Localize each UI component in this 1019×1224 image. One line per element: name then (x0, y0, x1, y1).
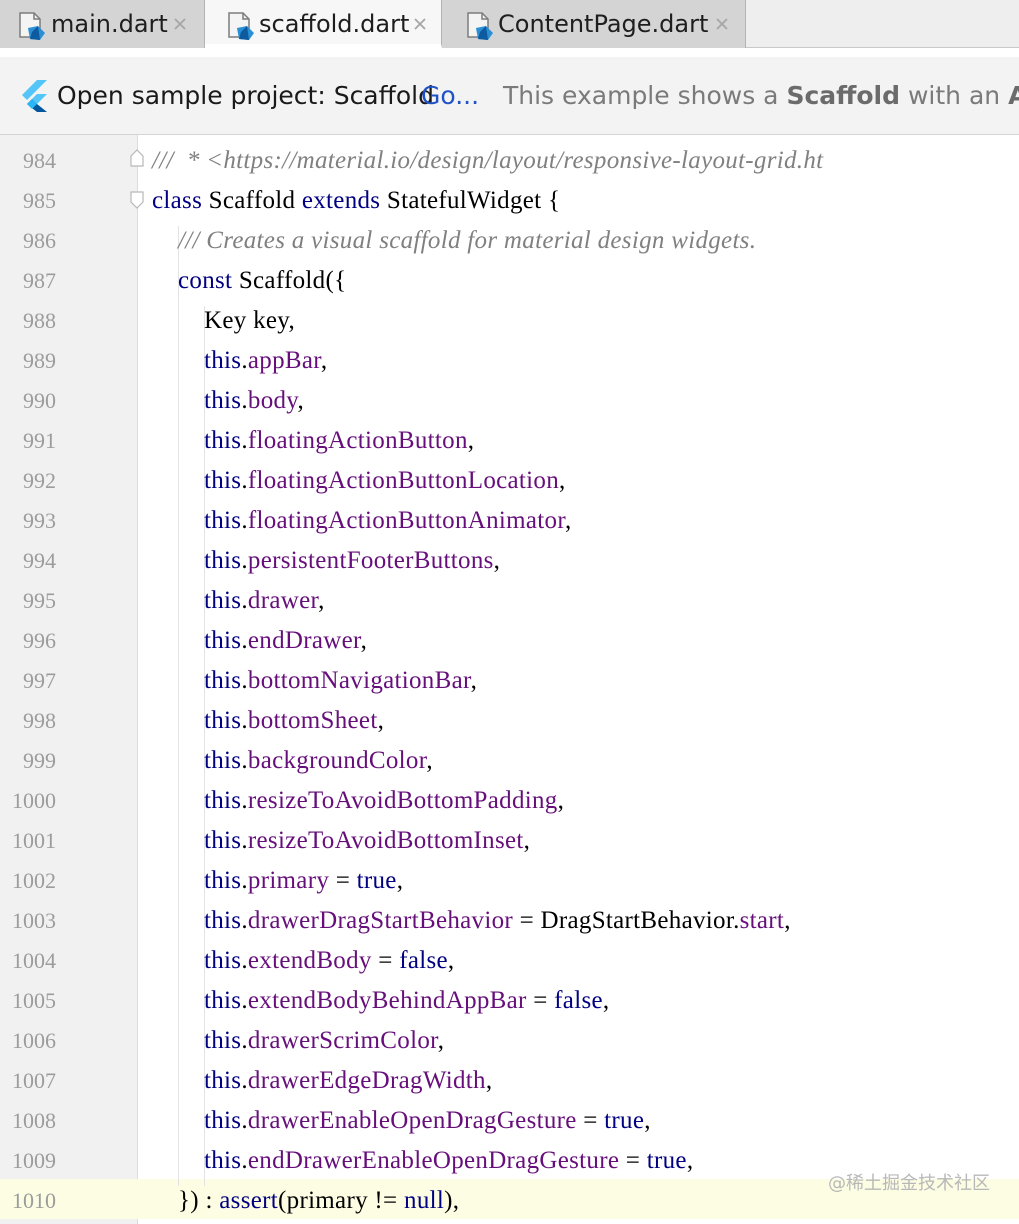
code-line[interactable]: this.primary = true, (204, 861, 403, 901)
code-line[interactable]: this.floatingActionButton, (204, 421, 474, 461)
line-number: 1005 (12, 988, 56, 1013)
line-number: 1000 (12, 788, 56, 813)
line-number: 1002 (12, 868, 56, 893)
line-number: 996 (23, 628, 56, 653)
flutter-logo-icon (22, 80, 47, 112)
line-number: 988 (23, 308, 56, 333)
tab-main-dart[interactable]: main.dart (0, 0, 205, 48)
line-number: 1004 (12, 948, 56, 973)
fold-marker-icon[interactable] (128, 148, 146, 168)
code-line[interactable]: this.drawerScrimColor, (204, 1021, 444, 1061)
line-number: 999 (23, 748, 56, 773)
code-line[interactable]: this.backgroundColor, (204, 741, 433, 781)
tab-contentpage-dart[interactable]: ContentPage.dart (442, 0, 746, 48)
banner-desc-bold: Scaffold (786, 81, 901, 110)
tab-label: ContentPage.dart (498, 10, 709, 38)
code-line[interactable]: this.extendBody = false, (204, 941, 454, 981)
banner-desc-text: with an (900, 81, 1009, 110)
code-line[interactable]: this.floatingActionButtonLocation, (204, 461, 566, 501)
code-line[interactable]: this.bottomSheet, (204, 701, 384, 741)
code-line[interactable]: this.extendBodyBehindAppBar = false, (204, 981, 609, 1021)
line-number: 1003 (12, 908, 56, 933)
code-line[interactable]: this.appBar, (204, 341, 327, 381)
code-line[interactable]: this.resizeToAvoidBottomPadding, (204, 781, 564, 821)
line-number: 1007 (12, 1068, 56, 1093)
code-line[interactable]: const Scaffold({ (178, 261, 346, 301)
dart-file-icon (467, 12, 493, 40)
editor-tab-bar: main.dart scaffold.dart ContentPage.dart (0, 0, 1019, 48)
line-number: 995 (23, 588, 56, 613)
banner-description: This example shows a Scaffold with an Ap… (503, 79, 1019, 113)
code-line[interactable]: this.drawerEdgeDragWidth, (204, 1061, 492, 1101)
banner-desc-bold: AppB (1008, 81, 1019, 110)
sample-project-banner: Open sample project: Scaffold Go... This… (0, 57, 1019, 135)
code-line[interactable]: }) : assert(primary != null), (178, 1181, 459, 1221)
line-number: 987 (23, 268, 56, 293)
watermark: @稀土掘金技术社区 (828, 1173, 990, 1194)
line-number: 990 (23, 388, 56, 413)
line-number: 1009 (12, 1148, 56, 1173)
code-line[interactable]: this.body, (204, 381, 304, 421)
close-icon[interactable] (173, 17, 187, 31)
code-line[interactable]: this.floatingActionButtonAnimator, (204, 501, 572, 541)
close-icon[interactable] (413, 17, 427, 31)
line-number: 993 (23, 508, 56, 533)
code-line[interactable]: class Scaffold extends StatefulWidget { (152, 181, 560, 221)
dart-file-icon (228, 12, 254, 40)
code-line[interactable]: this.drawerDragStartBehavior = DragStart… (204, 901, 791, 941)
code-line[interactable]: /// Creates a visual scaffold for materi… (178, 221, 756, 261)
banner-title: Open sample project: Scaffold (57, 81, 434, 110)
code-line[interactable]: Key key, (204, 301, 295, 341)
tab-label: main.dart (51, 10, 168, 38)
code-line[interactable]: this.persistentFooterButtons, (204, 541, 500, 581)
code-line[interactable]: this.endDrawer, (204, 621, 367, 661)
line-number: 984 (23, 148, 56, 173)
code-line[interactable]: this.drawer, (204, 581, 325, 621)
line-number: 989 (23, 348, 56, 373)
line-number: 998 (23, 708, 56, 733)
line-number: 1001 (12, 828, 56, 853)
dart-file-icon (19, 12, 45, 40)
line-number: 1010 (12, 1188, 56, 1213)
code-line[interactable]: this.resizeToAvoidBottomInset, (204, 821, 530, 861)
line-number: 991 (23, 428, 56, 453)
fold-marker-icon[interactable] (128, 190, 146, 210)
line-number: 985 (23, 188, 56, 213)
line-number: 1006 (12, 1028, 56, 1053)
indent-guide (178, 226, 179, 1186)
close-icon[interactable] (715, 17, 729, 31)
code-line[interactable]: /// * <https://material.io/design/layout… (152, 141, 823, 181)
line-number: 994 (23, 548, 56, 573)
line-number: 1008 (12, 1108, 56, 1133)
tab-label: scaffold.dart (259, 10, 410, 38)
code-line[interactable]: this.endDrawerEnableOpenDragGesture = tr… (204, 1141, 693, 1181)
banner-desc-text: This example shows a (503, 81, 787, 110)
tab-scaffold-dart[interactable]: scaffold.dart (205, 0, 442, 48)
code-line[interactable]: this.drawerEnableOpenDragGesture = true, (204, 1101, 651, 1141)
go-link[interactable]: Go... (421, 79, 479, 113)
code-line[interactable]: this.bottomNavigationBar, (204, 661, 477, 701)
line-number: 997 (23, 668, 56, 693)
line-number: 992 (23, 468, 56, 493)
line-number: 986 (23, 228, 56, 253)
